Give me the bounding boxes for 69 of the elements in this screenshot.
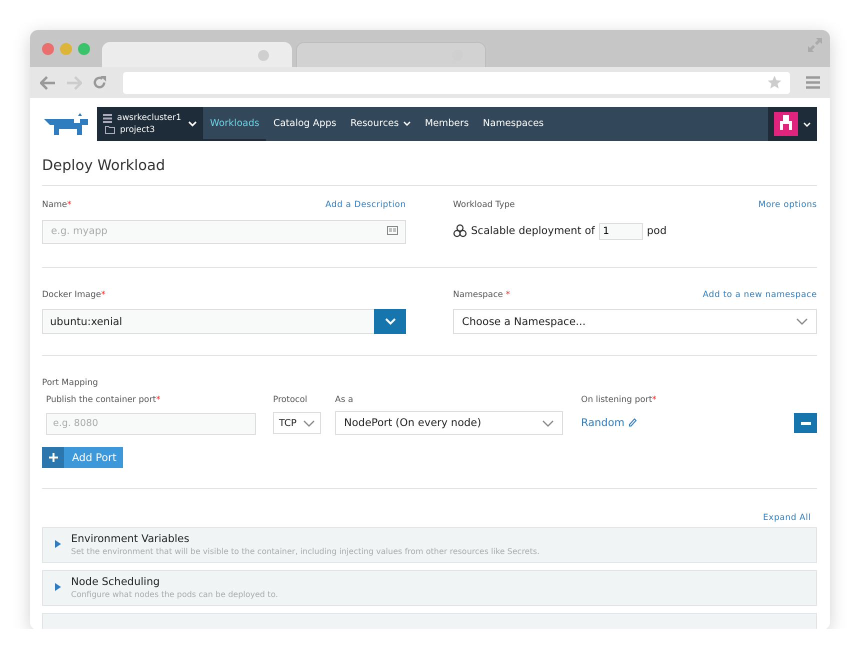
expand-all-link[interactable]: Expand All	[762, 513, 811, 523]
field-label: Workload Type	[453, 200, 515, 210]
name-input[interactable]: e.g. myapp	[42, 220, 406, 244]
field-label: Namespace *	[453, 290, 510, 300]
unit-text: pod	[646, 225, 667, 237]
forward-icon[interactable]	[66, 76, 82, 90]
dropdown-button[interactable]	[374, 309, 406, 334]
field-label: Name*	[42, 200, 72, 210]
close-window-icon[interactable]	[42, 42, 54, 54]
chevron-down-icon	[384, 318, 396, 325]
accordion-section[interactable]: Environment Variables Set the environment that will be visible to the container, including injecting values from other resources like Secrets.	[42, 527, 817, 563]
triangle-icon	[55, 540, 61, 548]
column-header: As a	[335, 395, 354, 405]
star-icon[interactable]	[767, 75, 782, 90]
user-menu[interactable]	[768, 107, 817, 141]
cluster-switcher[interactable]: awsrkecluster1 project3	[97, 107, 203, 141]
back-icon[interactable]	[40, 76, 56, 90]
service-type-select[interactable]: NodePort (On every node)	[335, 411, 563, 435]
nav-tab[interactable]: Catalog Apps	[266, 107, 344, 141]
cluster-icon	[453, 224, 467, 238]
avatar-icon	[774, 112, 798, 136]
scale-text: Scalable deployment of	[471, 225, 595, 237]
nav-tab[interactable]: Members	[418, 107, 476, 141]
nav-tab[interactable]: Namespaces	[476, 107, 551, 141]
chevron-down-icon	[796, 318, 808, 325]
section-description: Configure what nodes the pods can be deployed to.	[71, 590, 278, 598]
plus-icon	[48, 453, 58, 462]
cluster-name: awsrkecluster1	[117, 113, 182, 123]
random-port-link[interactable]: Random	[581, 417, 741, 429]
add-description-link[interactable]: Add a Description	[325, 200, 406, 210]
folder-icon	[105, 126, 115, 134]
server-icon	[103, 114, 112, 122]
chevron-down-icon	[803, 122, 811, 126]
section-title: Environment Variables	[71, 532, 190, 544]
remove-button[interactable]	[794, 413, 817, 433]
project-name: project3	[120, 125, 155, 135]
browser-tab[interactable]	[296, 42, 486, 67]
maximize-window-icon[interactable]	[78, 42, 90, 54]
chevron-down-icon	[402, 120, 411, 126]
docker-image-input[interactable]: ubuntu:xenial	[42, 309, 374, 334]
menu-icon[interactable]	[806, 76, 820, 89]
section-label: Port Mapping	[42, 378, 100, 388]
accordion-section[interactable]: Node Scheduling Configure what nodes the pods can be deployed to.	[42, 570, 817, 606]
protocol-select[interactable]: TCP	[273, 412, 321, 434]
chevron-down-icon	[188, 121, 197, 127]
pod-count-input[interactable]: 1	[598, 222, 643, 240]
container-port-input[interactable]: e.g. 8080	[46, 412, 256, 435]
section-title: Node Scheduling	[71, 576, 161, 588]
id-card-icon	[387, 226, 398, 235]
triangle-icon	[55, 583, 61, 591]
pencil-icon	[628, 418, 638, 428]
column-header: Protocol	[273, 395, 308, 405]
page-title: Deploy Workload	[42, 158, 166, 174]
field-label: Docker Image*	[42, 290, 106, 300]
section-description: Set the environment that will be visible to the container, including injecting values from other resources like Secrets.	[71, 546, 540, 556]
expand-icon[interactable]	[807, 37, 823, 53]
chevron-down-icon	[303, 420, 315, 426]
reload-icon[interactable]	[92, 75, 107, 90]
column-header: On listening port*	[581, 395, 658, 405]
minimize-window-icon[interactable]	[60, 42, 72, 54]
chevron-down-icon	[542, 420, 554, 426]
more-options-link[interactable]: More options	[758, 200, 817, 210]
namespace-select[interactable]: Choose a Namespace...	[453, 309, 817, 334]
minus-icon	[800, 422, 810, 424]
column-header: Publish the container port*	[45, 395, 162, 405]
address-bar[interactable]	[123, 72, 790, 94]
cow-logo-icon[interactable]	[42, 113, 90, 135]
add-namespace-link[interactable]: Add to a new namespace	[702, 290, 817, 300]
nav-tab[interactable]: Resources	[343, 107, 418, 141]
